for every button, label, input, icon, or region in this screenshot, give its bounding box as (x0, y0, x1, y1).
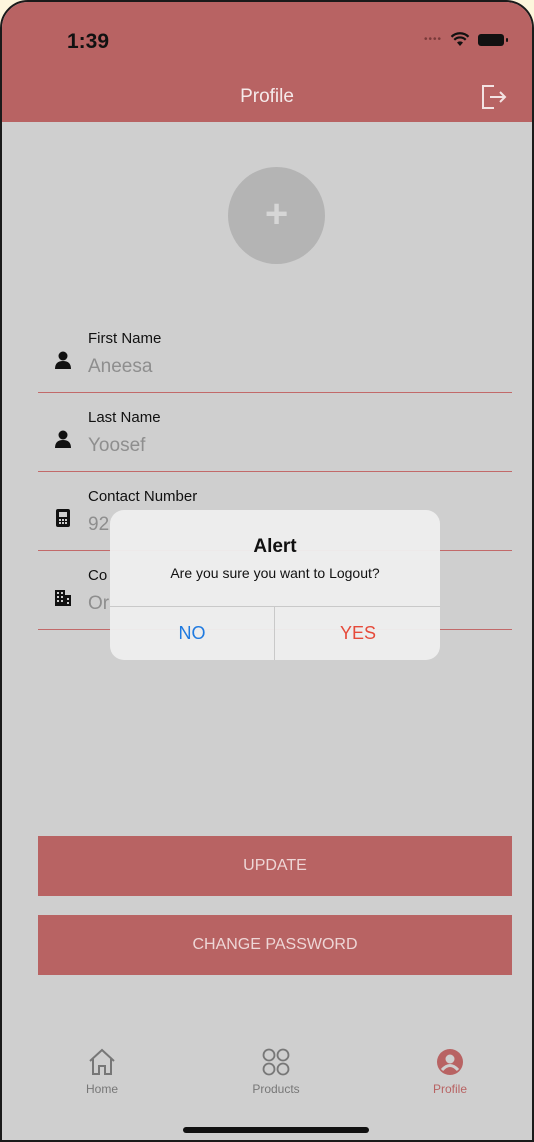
app-header: 1:39 •••• Profile (2, 2, 532, 122)
tab-profile[interactable]: Profile (390, 1042, 510, 1096)
status-time: 1:39 (67, 30, 110, 53)
battery-icon (478, 33, 508, 46)
tab-profile-label: Profile (432, 1082, 467, 1096)
tab-products[interactable]: Products (216, 1042, 336, 1096)
last-name-value[interactable]: Yoosef (88, 435, 145, 457)
alert-button-divider (274, 607, 275, 660)
alert-title: Alert (253, 536, 297, 557)
tab-home[interactable]: Home (42, 1042, 162, 1096)
status-icons: •••• (423, 32, 508, 47)
contact-number-value[interactable]: 92 (88, 514, 109, 536)
tab-products-label: Products (252, 1082, 300, 1096)
profile-icon (437, 1049, 463, 1075)
grid-icon (262, 1048, 290, 1076)
alert-message: Are you sure you want to Logout? (170, 565, 380, 581)
add-avatar-button[interactable]: + (228, 167, 325, 264)
alert-no-button[interactable]: NO (110, 607, 274, 660)
first-name-field[interactable]: First Name Aneesa (38, 312, 512, 393)
home-icon (89, 1048, 115, 1075)
tab-bar: Home Products Profile (2, 1042, 532, 1140)
alert-yes-button[interactable]: YES (276, 607, 440, 660)
signal-icon: •••• (423, 34, 442, 45)
change-password-button[interactable]: CHANGE PASSWORD (38, 915, 512, 975)
update-button[interactable]: UPDATE (38, 836, 512, 896)
home-indicator (183, 1127, 369, 1133)
person-icon (55, 351, 71, 369)
first-name-label: First Name (88, 330, 162, 347)
first-name-value[interactable]: Aneesa (88, 356, 152, 378)
logout-alert-dialog: Alert Are you sure you want to Logout? N… (110, 510, 440, 660)
tab-home-label: Home (85, 1082, 118, 1096)
company-value[interactable]: Or (88, 593, 109, 615)
page-title: Profile (240, 86, 294, 107)
last-name-field[interactable]: Last Name Yoosef (38, 391, 512, 472)
company-label: Co (88, 567, 108, 584)
person-icon (55, 430, 71, 448)
wifi-icon (450, 32, 470, 46)
phone-icon (56, 509, 70, 527)
contact-number-label: Contact Number (88, 488, 198, 505)
phone-screen: 1:39 •••• Profile + First Name Aneesa La… (0, 0, 534, 1142)
logout-icon[interactable] (478, 82, 508, 112)
last-name-label: Last Name (88, 409, 161, 426)
building-icon (55, 590, 71, 606)
